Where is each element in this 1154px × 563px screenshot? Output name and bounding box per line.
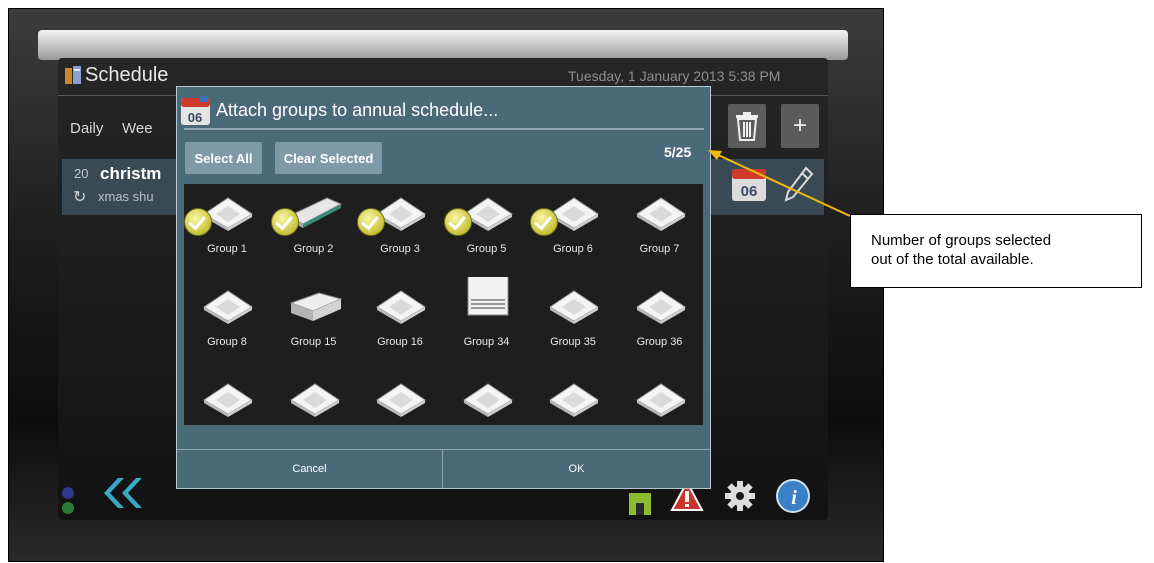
ac-unit-cassette-icon <box>460 378 516 418</box>
ac-unit-cassette-icon <box>200 285 256 325</box>
clear-selected-button[interactable]: Clear Selected <box>275 142 382 174</box>
ok-button[interactable]: OK <box>443 450 710 488</box>
schedule-logo-icon <box>65 66 81 84</box>
ac-unit-cassette-icon <box>546 378 602 418</box>
schedule-row-number: 20 <box>74 166 89 181</box>
callout-line-1: Number of groups selected <box>871 232 1052 249</box>
ac-unit-cassette-icon <box>373 378 429 418</box>
group-tile[interactable]: Group 16 <box>357 279 443 359</box>
home-icon[interactable] <box>625 485 661 515</box>
cancel-button[interactable]: Cancel <box>177 450 442 488</box>
repeat-icon: ↻ <box>73 189 87 206</box>
tab-weekly[interactable]: Wee <box>122 120 153 137</box>
selected-count: 5/25 <box>664 144 692 160</box>
group-label: Group 16 <box>377 336 423 348</box>
group-tile[interactable]: Group 15 <box>271 279 357 359</box>
ac-unit-cassette-icon <box>200 378 256 418</box>
dialog-calendar-icon: 06 <box>181 96 210 125</box>
group-tile[interactable] <box>271 372 357 452</box>
group-tile[interactable]: Group 7 <box>617 186 703 266</box>
group-label: Group 8 <box>207 336 247 348</box>
back-arrow-icon[interactable] <box>100 476 148 510</box>
group-tile[interactable] <box>357 372 443 452</box>
callout-line-2: out of the total available. <box>871 251 1034 268</box>
group-label: Group 2 <box>293 243 334 255</box>
group-label: Group 7 <box>639 243 680 255</box>
callout-arrow <box>708 150 851 217</box>
ac-unit-cassette-icon <box>546 285 602 325</box>
group-tile[interactable]: Group 2 <box>270 186 357 266</box>
selected-check-icon <box>357 208 385 236</box>
group-tile[interactable]: Group 1 <box>184 186 270 266</box>
selected-check-icon <box>443 208 472 236</box>
dialog-title-divider <box>184 128 704 130</box>
group-label: Group 3 <box>380 243 420 255</box>
trash-icon <box>736 112 758 141</box>
group-label: Group 6 <box>553 243 593 255</box>
group-tile[interactable]: Group 5 <box>443 186 530 266</box>
ac-unit-cassette-icon <box>287 378 343 418</box>
select-all-button[interactable]: Select All <box>185 142 262 174</box>
dialog-title: Attach groups to annual schedule... <box>216 100 499 120</box>
group-label: Group 15 <box>290 336 337 348</box>
selected-check-icon <box>270 208 299 236</box>
group-tile[interactable] <box>444 372 530 452</box>
selected-check-icon <box>184 208 212 236</box>
status-dot-green <box>62 502 74 514</box>
info-icon[interactable]: i <box>775 478 811 514</box>
group-tile[interactable]: Group 8 <box>184 279 270 359</box>
selected-check-icon <box>530 208 558 236</box>
group-tile[interactable]: Group 34 <box>444 272 530 359</box>
ac-unit-cassette-icon <box>633 378 689 418</box>
datetime-label: Tuesday, 1 January 2013 5:38 PM <box>568 68 781 84</box>
group-tile[interactable] <box>617 372 703 452</box>
group-label: Group 36 <box>636 336 683 348</box>
group-label: Group 1 <box>207 243 247 255</box>
group-tile[interactable]: Group 36 <box>617 279 703 359</box>
svg-text:i: i <box>791 487 797 509</box>
dialog-calendar-day: 06 <box>188 110 202 125</box>
ac-unit-cassette-icon <box>373 285 429 325</box>
ac-unit-concealed-icon <box>287 285 343 325</box>
group-label: Group 35 <box>550 336 596 348</box>
group-tile[interactable] <box>530 372 616 452</box>
group-tile[interactable]: Group 35 <box>530 279 616 359</box>
group-label: Group 34 <box>463 336 510 348</box>
status-dot-blue <box>62 487 74 499</box>
group-tile[interactable] <box>184 372 270 452</box>
schedule-row-subtitle: xmas shu <box>98 189 154 204</box>
settings-gear-icon[interactable] <box>724 480 756 512</box>
ac-unit-cassette-icon <box>633 192 689 232</box>
device-bezel-highlight <box>38 30 848 60</box>
group-label: Group 5 <box>466 243 507 255</box>
tab-daily[interactable]: Daily <box>70 120 103 137</box>
callout-box: Number of groups selected out of the tot… <box>850 214 1142 288</box>
app-title: Schedule <box>85 64 169 86</box>
ac-unit-floor-standing-icon <box>460 272 516 325</box>
schedule-row-name: christm <box>100 164 162 183</box>
group-tile[interactable]: Group 3 <box>357 186 443 266</box>
group-tile[interactable]: Group 6 <box>530 186 616 266</box>
ac-unit-cassette-icon <box>633 285 689 325</box>
